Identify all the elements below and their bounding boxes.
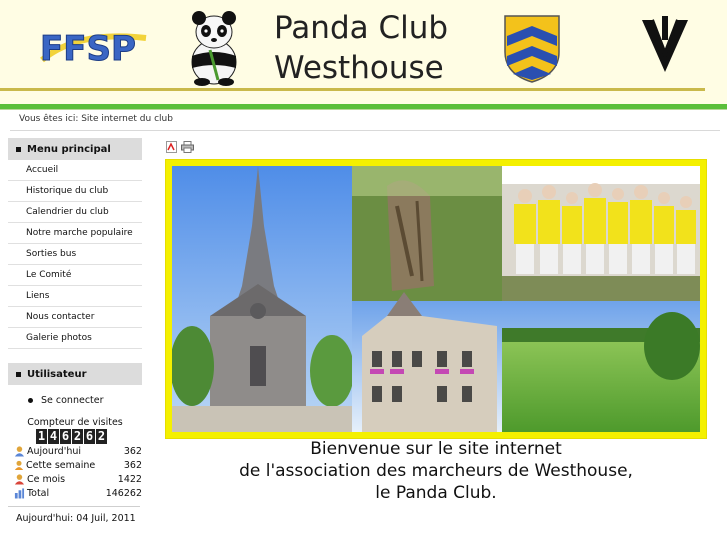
breadcrumb-divider bbox=[10, 130, 720, 131]
visit-counter-digits: 1 4 6 2 6 2 bbox=[36, 429, 142, 444]
visit-counter-title: Compteur de visites bbox=[27, 417, 123, 428]
header-divider bbox=[0, 88, 705, 91]
photo-collage-image bbox=[172, 166, 700, 432]
stat-row-today: Aujourd'hui 362 bbox=[14, 444, 142, 458]
total-chart-icon bbox=[14, 488, 25, 499]
counter-digit: 2 bbox=[72, 429, 83, 444]
user-module-title-label: Utilisateur bbox=[27, 368, 87, 380]
square-bullet-icon bbox=[16, 371, 21, 377]
breadcrumb: Vous êtes ici: Site internet du club bbox=[19, 114, 173, 124]
article-tools bbox=[166, 138, 706, 156]
menu-item-historique[interactable]: Historique du club bbox=[8, 181, 142, 202]
user-week-icon bbox=[14, 460, 24, 471]
main-menu-title-label: Menu principal bbox=[27, 143, 111, 155]
user-module: Utilisateur Se connecter bbox=[8, 363, 142, 415]
counter-digit: 1 bbox=[36, 429, 47, 444]
print-icon[interactable] bbox=[181, 141, 194, 153]
stat-row-month: Ce mois 1422 bbox=[14, 472, 142, 486]
menu-item-liens[interactable]: Liens bbox=[8, 286, 142, 307]
login-label[interactable]: Se connecter bbox=[41, 395, 104, 406]
stat-label: Total bbox=[26, 487, 50, 499]
welcome-line3: le Panda Club. bbox=[375, 483, 497, 503]
menu-item-marche-populaire[interactable]: Notre marche populaire bbox=[8, 223, 142, 244]
site-header: FFSP Panda Club Westhouse bbox=[0, 0, 727, 105]
stat-value: 362 bbox=[123, 445, 142, 457]
main-menu-title: Menu principal bbox=[8, 138, 142, 160]
site-title-line2: Westhouse bbox=[274, 50, 444, 86]
menu-item-accueil[interactable]: Accueil bbox=[8, 160, 142, 181]
user-today-icon bbox=[14, 446, 25, 457]
menu-item-calendrier[interactable]: Calendrier du club bbox=[8, 202, 142, 223]
pdf-icon[interactable] bbox=[166, 141, 177, 153]
stat-value: 362 bbox=[123, 459, 142, 471]
site-title-line1: Panda Club bbox=[274, 10, 449, 46]
welcome-line2: de l'association des marcheurs de Westho… bbox=[239, 461, 633, 481]
user-module-title: Utilisateur bbox=[8, 363, 142, 385]
welcome-line1: Bienvenue sur le site internet bbox=[310, 439, 562, 459]
welcome-message: Bienvenue sur le site internet de l'asso… bbox=[166, 438, 706, 504]
panda-logo[interactable] bbox=[184, 10, 244, 86]
user-month-icon bbox=[14, 474, 25, 485]
today-date: Aujourd'hui: 04 Juil, 2011 bbox=[16, 513, 136, 524]
ffsp-logo-text: FFSP bbox=[40, 29, 136, 69]
stat-label: Cette semaine bbox=[26, 459, 96, 471]
counter-digit: 4 bbox=[48, 429, 59, 444]
main-content bbox=[166, 138, 706, 156]
welcome-photo-collage bbox=[166, 160, 706, 438]
menu-item-sorties-bus[interactable]: Sorties bus bbox=[8, 244, 142, 265]
stat-label: Ce mois bbox=[26, 473, 66, 485]
westhouse-coat-of-arms bbox=[504, 15, 560, 83]
square-bullet-icon bbox=[16, 146, 21, 152]
stat-value: 146262 bbox=[105, 487, 142, 499]
login-link[interactable]: Se connecter bbox=[8, 385, 142, 415]
counter-digit: 6 bbox=[84, 429, 95, 444]
counter-divider bbox=[8, 506, 140, 507]
bullet-icon bbox=[28, 397, 33, 403]
green-nav-bar bbox=[0, 104, 727, 110]
ffsp-logo[interactable]: FFSP bbox=[38, 20, 150, 70]
stat-row-week: Cette semaine 362 bbox=[14, 458, 142, 472]
menu-item-contact[interactable]: Nous contacter bbox=[8, 307, 142, 328]
ivv-logo[interactable] bbox=[638, 14, 692, 76]
sidebar: Menu principal Accueil Historique du clu… bbox=[8, 138, 142, 524]
stat-value: 1422 bbox=[117, 473, 142, 485]
counter-digit: 6 bbox=[60, 429, 71, 444]
menu-item-comite[interactable]: Le Comité bbox=[8, 265, 142, 286]
menu-item-galerie[interactable]: Galerie photos bbox=[8, 328, 142, 349]
site-title: Panda Club Westhouse bbox=[274, 8, 448, 88]
stat-label: Aujourd'hui bbox=[26, 445, 82, 457]
counter-digit: 2 bbox=[96, 429, 107, 444]
stat-row-total: Total 146262 bbox=[14, 486, 142, 500]
